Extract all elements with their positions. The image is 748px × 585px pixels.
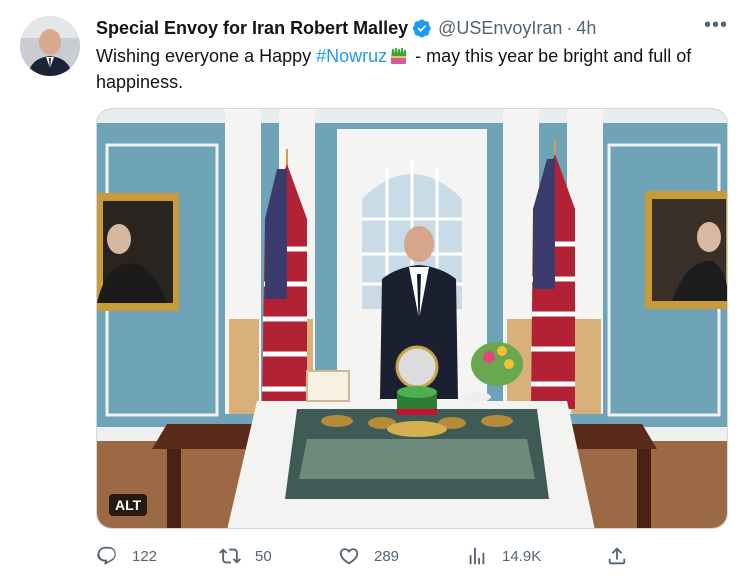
tweet-header: Special Envoy for Iran Robert Malley @US…	[96, 15, 728, 40]
timestamp[interactable]: 4h	[576, 18, 596, 39]
tweet-text-start: Wishing everyone a Happy	[96, 46, 317, 66]
share-icon	[608, 547, 626, 565]
heart-icon	[339, 548, 359, 565]
reply-count: 122	[132, 547, 158, 565]
user-handle[interactable]: @USEnvoyIran	[438, 18, 562, 39]
tweet-media-photo[interactable]: ALT	[96, 108, 728, 529]
reply-icon	[97, 546, 116, 565]
retweet-button[interactable]: 50	[219, 545, 272, 567]
like-count: 289	[374, 547, 400, 565]
tweet-text: Wishing everyone a Happy #Nowruz - may t…	[96, 43, 728, 95]
retweet-icon	[219, 548, 241, 564]
reply-button[interactable]: 122	[96, 545, 157, 567]
retweet-count: 50	[255, 547, 272, 565]
sabzeh-emoji-icon	[390, 46, 407, 64]
alt-text-button[interactable]: ALT	[109, 494, 148, 516]
display-name[interactable]: Special Envoy for Iran Robert Malley	[96, 18, 408, 39]
views-count: 14.9K	[502, 547, 542, 565]
avatar[interactable]	[20, 16, 80, 76]
like-button[interactable]: 289	[338, 545, 399, 567]
verified-badge-icon	[412, 18, 432, 38]
more-dots-icon[interactable]: •••	[704, 15, 728, 35]
avatar-image	[20, 16, 80, 76]
photo-image	[97, 109, 727, 528]
share-button[interactable]	[606, 545, 642, 567]
separator-dot: ·	[566, 17, 573, 38]
analytics-bar-icon	[469, 547, 485, 565]
hashtag-link[interactable]: #Nowruz	[316, 46, 387, 66]
views-button[interactable]: 14.9K	[466, 545, 541, 567]
action-bar: 122 50 289 14.9K	[96, 545, 728, 573]
